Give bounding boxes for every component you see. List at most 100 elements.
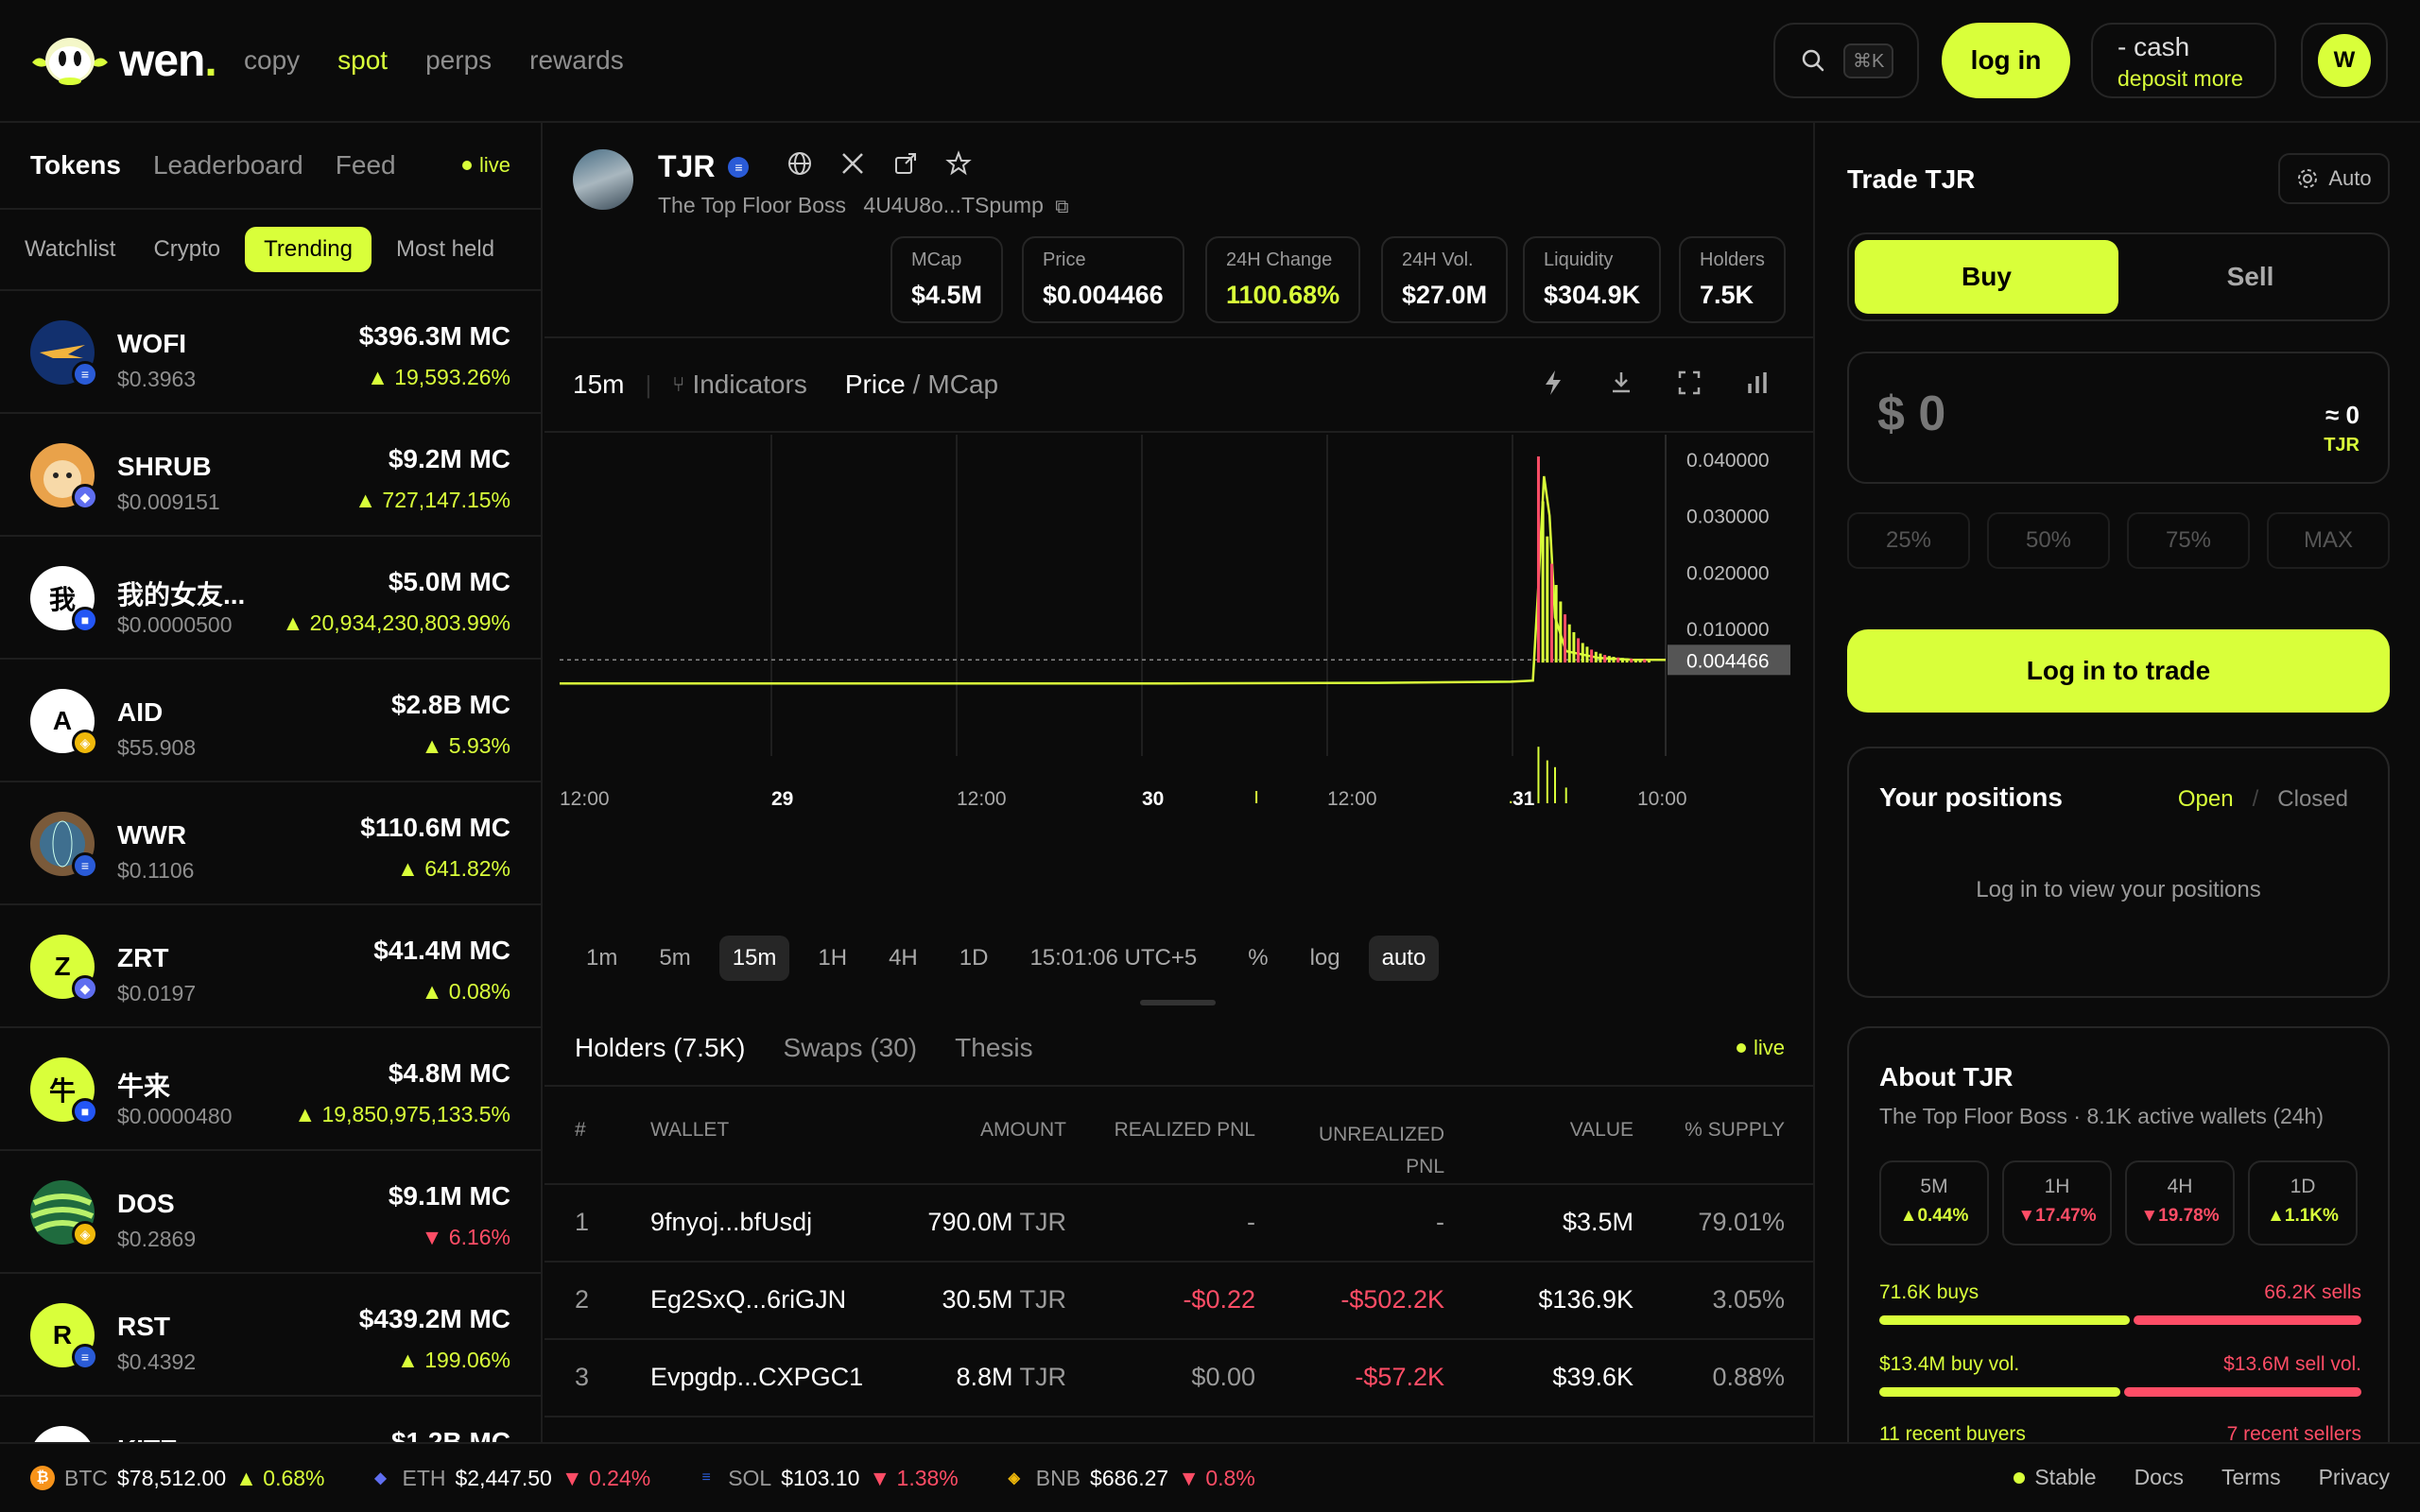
pct-25-button[interactable]: 25% xyxy=(1847,512,1970,569)
tick-eth[interactable]: ◆ ETH $2,447.50 ▼ 0.24% xyxy=(369,1465,651,1491)
login-to-trade-button[interactable]: Log in to trade xyxy=(1847,629,2390,713)
token-row[interactable]: 我 ■ 我的女友... $0.0000500 $5.0M MC ▲ 20,934,230,… xyxy=(0,537,541,660)
about-tf-4h[interactable]: 4H ▼19.78% xyxy=(2125,1160,2235,1246)
tab-leaderboard[interactable]: Leaderboard xyxy=(153,150,303,180)
token-row[interactable]: Z ◆ ZRT $0.0197 $41.4M MC ▲ 0.08% xyxy=(0,905,541,1028)
tf-5m[interactable]: 5m xyxy=(646,936,703,981)
copy-icon[interactable]: ⧉ xyxy=(1055,197,1068,217)
tab-swaps[interactable]: Swaps (30) xyxy=(784,1033,918,1063)
y-tick-label: 0.020000 xyxy=(1686,562,1770,584)
chart-interval[interactable]: 15m xyxy=(573,369,624,400)
token-row[interactable]: ◈ DOS $0.2869 $9.1M MC ▼ 6.16% xyxy=(0,1151,541,1274)
tick-bnb[interactable]: ◈ BNB $686.27 ▼ 0.8% xyxy=(1002,1466,1255,1491)
tab-feed[interactable]: Feed xyxy=(336,150,396,180)
table-row[interactable]: 1 9fnyoj...bfUsdj 790.0M TJR - - $3.5M 79.01% xyxy=(544,1185,1813,1263)
tf-4h[interactable]: 4H xyxy=(875,936,931,981)
tf-label: 1H xyxy=(2044,1176,2070,1197)
tab-holders[interactable]: Holders (7.5K) xyxy=(575,1033,746,1063)
filter-crypto[interactable]: Crypto xyxy=(140,227,233,272)
tick-change: ▼ 0.24% xyxy=(561,1465,651,1490)
about-title: About TJR xyxy=(1879,1062,2014,1091)
nav-copy[interactable]: copy xyxy=(244,45,300,76)
token-row[interactable]: ≡ WOFI $0.3963 $396.3M MC ▲ 19,593.26% xyxy=(0,291,541,414)
token-address[interactable]: 4U4U8o...TSpump xyxy=(863,193,1043,217)
footer-terms-link[interactable]: Terms xyxy=(2221,1465,2281,1490)
recent-sellers: 7 recent sellers xyxy=(2226,1423,2361,1442)
token-row[interactable]: KITE $1.2B MC xyxy=(0,1397,541,1442)
token-change: ▲ 641.82% xyxy=(397,856,510,881)
holder-rows: 1 9fnyoj...bfUsdj 790.0M TJR - - $3.5M 79.01% 2… xyxy=(544,1185,1813,1418)
tab-thesis[interactable]: Thesis xyxy=(955,1033,1032,1063)
filter-most-held[interactable]: Most held xyxy=(383,227,508,272)
footer-docs-link[interactable]: Docs xyxy=(2135,1465,2184,1490)
token-market-cap: $1.2B MC xyxy=(390,1427,510,1442)
tf-1d[interactable]: 1D xyxy=(946,936,1002,981)
buy-tab[interactable]: Buy xyxy=(1855,240,2118,314)
filter-trending[interactable]: Trending xyxy=(245,227,372,272)
tf-label: 1D xyxy=(2290,1176,2316,1197)
indicators-button[interactable]: Indicators xyxy=(692,369,806,400)
positions-open-tab[interactable]: Open xyxy=(2178,786,2234,813)
nav-rewards[interactable]: rewards xyxy=(529,45,624,76)
tf-1h[interactable]: 1H xyxy=(804,936,860,981)
lightning-icon[interactable] xyxy=(1541,369,1565,404)
logo[interactable]: wen. xyxy=(30,32,217,89)
col-value: VALUE xyxy=(1569,1119,1634,1141)
x-twitter-icon[interactable] xyxy=(839,150,866,183)
token-row[interactable]: R ≡ RST $0.4392 $439.2M MC ▲ 199.06% xyxy=(0,1274,541,1397)
about-tf-5m[interactable]: 5M ▲0.44% xyxy=(1879,1160,1989,1246)
search-button[interactable]: ⌘K xyxy=(1773,23,1919,98)
tab-tokens[interactable]: Tokens xyxy=(30,150,121,180)
percent-toggle[interactable]: % xyxy=(1235,936,1281,981)
holder-wallet[interactable]: 9fnyoj...bfUsdj xyxy=(650,1208,812,1237)
token-symbol: TJR xyxy=(658,149,716,183)
token-row[interactable]: 牛 ■ 牛来 $0.0000480 $4.8M MC ▲ 19,850,975,133.5… xyxy=(0,1028,541,1151)
token-market-cap: $9.1M MC xyxy=(388,1181,510,1211)
nav-spot[interactable]: spot xyxy=(337,45,388,76)
deposit-more-link[interactable]: deposit more xyxy=(2118,68,2274,90)
tick-sol[interactable]: ≡ SOL $103.10 ▼ 1.38% xyxy=(694,1466,959,1491)
price-toggle[interactable]: Price xyxy=(845,369,906,400)
pct-50-button[interactable]: 50% xyxy=(1987,512,2110,569)
bnb-icon: ◈ xyxy=(72,1221,98,1247)
indicators-icon: ⑂ xyxy=(672,372,685,396)
holder-wallet[interactable]: Evpgdp...CXPGC1 xyxy=(650,1363,863,1392)
stat-value: $4.5M xyxy=(911,281,983,309)
pct-max-button[interactable]: MAX xyxy=(2267,512,2390,569)
table-row[interactable]: 3 Evpgdp...CXPGC1 8.8M TJR $0.00 -$57.2K $39.… xyxy=(544,1340,1813,1418)
avatar: W xyxy=(2318,34,2371,87)
mcap-toggle[interactable]: MCap xyxy=(927,369,998,400)
log-toggle[interactable]: log xyxy=(1297,936,1354,981)
profile-button[interactable]: W xyxy=(2301,23,2388,98)
holder-wallet[interactable]: Eg2SxQ...6riGJN xyxy=(650,1285,846,1314)
auto-toggle[interactable]: auto xyxy=(1368,936,1440,981)
positions-closed-tab[interactable]: Closed xyxy=(2277,786,2348,813)
filter-watchlist[interactable]: Watchlist xyxy=(11,227,129,272)
table-row[interactable]: 2 Eg2SxQ...6riGJN 30.5M TJR -$0.22 -$502.2K $… xyxy=(544,1263,1813,1340)
price-chart[interactable]: 0.040000 0.030000 0.020000 0.010000 0.004466… xyxy=(544,435,1813,810)
download-icon[interactable] xyxy=(1609,369,1634,404)
star-icon[interactable] xyxy=(945,150,973,183)
token-row[interactable]: ◆ SHRUB $0.009151 $9.2M MC ▲ 727,147.15% xyxy=(0,414,541,537)
tf-15m[interactable]: 15m xyxy=(718,936,790,981)
token-row[interactable]: ≡ WWR $0.1106 $110.6M MC ▲ 641.82% xyxy=(0,782,541,905)
cash-balance-button[interactable]: - cash deposit more xyxy=(2091,23,2276,98)
login-button[interactable]: log in xyxy=(1942,23,2070,98)
sell-tab[interactable]: Sell xyxy=(2118,240,2382,314)
bar-chart-icon[interactable] xyxy=(1745,369,1770,404)
amount-input[interactable]: $ 0 ≈ 0 TJR xyxy=(1847,352,2390,484)
solana-icon: ≡ xyxy=(72,852,98,879)
fullscreen-icon[interactable] xyxy=(1677,369,1702,404)
external-link-icon[interactable] xyxy=(892,150,919,183)
about-tf-1d[interactable]: 1D ▲1.1K% xyxy=(2248,1160,2358,1246)
nav-perps[interactable]: perps xyxy=(425,45,492,76)
resize-handle[interactable] xyxy=(1140,1000,1216,1005)
tf-1m[interactable]: 1m xyxy=(573,936,631,981)
token-row[interactable]: A ◈ AID $55.908 $2.8B MC ▲ 5.93% xyxy=(0,660,541,782)
footer-privacy-link[interactable]: Privacy xyxy=(2319,1465,2390,1490)
website-globe-icon[interactable] xyxy=(786,150,813,183)
about-tf-1h[interactable]: 1H ▼17.47% xyxy=(2002,1160,2112,1246)
pct-75-button[interactable]: 75% xyxy=(2127,512,2250,569)
auto-settings-button[interactable]: Auto xyxy=(2278,153,2390,204)
tick-btc[interactable]: ₿ BTC $78,512.00 ▲ 0.68% xyxy=(30,1466,325,1491)
